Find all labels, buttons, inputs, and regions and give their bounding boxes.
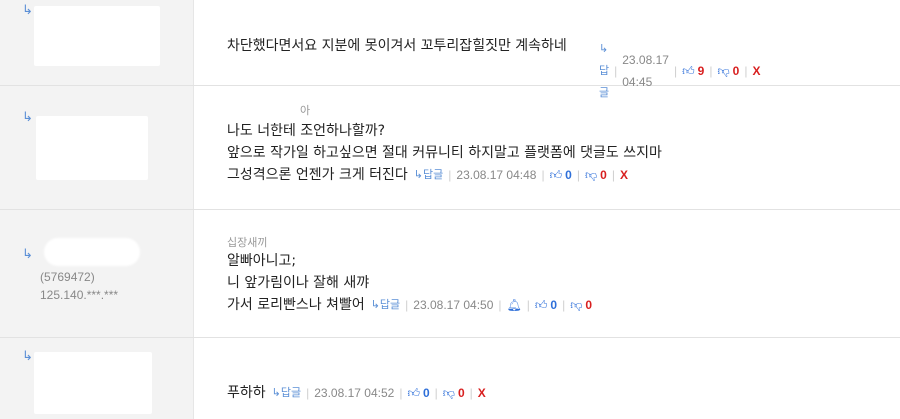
delete-button[interactable]: X (620, 164, 628, 186)
downvote-button[interactable]: 👎︎ 0 (443, 382, 465, 404)
comment-item: ↳ (5769472) 125.140.***.*** 십장새끼 알빠아니고; … (0, 210, 900, 338)
comment-thread: ↳ 차단했다면서요 지분에 못이겨서 꼬투리잡힐짓만 계속하네 ↳답글 | 23… (0, 0, 900, 419)
thumbs-down-icon: 👎︎ (442, 386, 455, 400)
upvote-button[interactable]: 👍︎ 0 (550, 164, 572, 186)
divider: | (405, 298, 409, 312)
author-name-redacted (44, 238, 140, 266)
divider: | (562, 298, 566, 312)
thumbs-up-icon: 👍︎ (534, 298, 548, 312)
author-ip: 125.140.***.*** (40, 288, 119, 302)
divider: | (744, 64, 748, 78)
comment-meta: ↳답글 | 23.08.17 04:50 | 🔔︎ | 👍︎ 0 | 👎︎ 0 (371, 294, 592, 316)
upvote-count: 0 (422, 386, 430, 400)
downvote-count: 0 (600, 168, 607, 182)
author-nickname: 아 (300, 105, 311, 117)
divider: | (306, 386, 310, 400)
comment-text-line: 알빠아니고; (227, 253, 297, 269)
divider: | (526, 298, 530, 312)
comment-text-line: 가서 로리빤스나 쳐빨어 ↳답글 | 23.08.17 04:50 | 🔔︎ |… (227, 294, 592, 316)
divider: | (469, 386, 473, 400)
thumbs-down-icon: 👎︎ (570, 298, 583, 312)
comment-author-panel: ↳ (0, 0, 194, 85)
upvote-count: 0 (550, 298, 558, 312)
divider: | (448, 168, 452, 182)
thumbs-down-icon: 👎︎ (717, 64, 730, 78)
divider: | (611, 168, 615, 182)
comment-text: 가서 로리빤스나 쳐빨어 (227, 297, 365, 313)
comment-date: 23.08.17 04:48 (456, 168, 537, 182)
downvote-count: 0 (585, 298, 593, 312)
downvote-button[interactable]: 👎︎ 0 (717, 60, 739, 82)
reply-arrow-icon: ↳ (22, 349, 33, 364)
divider: | (576, 168, 580, 182)
thumbs-up-icon: 👍︎ (407, 386, 420, 400)
comment-text: 그성격으론 언젠가 크게 터진다 (227, 167, 408, 183)
author-info-redacted (34, 6, 160, 66)
upvote-count: 0 (565, 168, 572, 182)
upvote-button[interactable]: 👍︎ 0 (407, 382, 429, 404)
downvote-count: 0 (732, 64, 740, 78)
thumbs-up-icon: 👍︎ (682, 64, 695, 78)
comment-text-line: 푸하하 ↳답글 | 23.08.17 04:52 | 👍︎ 0 | 👎︎ 0 | X (227, 382, 486, 404)
upvote-count: 9 (697, 64, 705, 78)
notify-bell-icon[interactable]: 🔔︎ (507, 294, 522, 316)
downvote-button[interactable]: 👎︎ 0 (585, 164, 607, 186)
comment-body: 나도 너한테 조언하나할까? 앞으로 작가일 하고싶으면 절대 커뮤니티 하지말… (227, 120, 662, 186)
author-info-redacted (34, 352, 152, 414)
divider: | (541, 168, 545, 182)
delete-button[interactable]: X (752, 60, 760, 82)
comment-body: 차단했다면서요 지분에 못이겨서 꼬투리잡힐짓만 계속하네 ↳답글 | 23.0… (227, 35, 760, 99)
upvote-button[interactable]: 👍︎ 9 (682, 60, 704, 82)
thumbs-up-icon: 👍︎ (549, 168, 563, 182)
author-info-redacted (36, 116, 148, 180)
reply-arrow-icon: ↳ (22, 3, 33, 18)
downvote-button[interactable]: 👎︎ 0 (570, 294, 592, 316)
comment-body: 푸하하 ↳답글 | 23.08.17 04:52 | 👍︎ 0 | 👎︎ 0 | X (227, 382, 486, 404)
comment-item: ↳ 아 나도 너한테 조언하나할까? 앞으로 작가일 하고싶으면 절대 커뮤니티… (0, 86, 900, 210)
comment-text-line: 니 앞가림이나 잘해 새꺄 (227, 275, 370, 291)
comment-text-line: 앞으로 작가일 하고싶으면 절대 커뮤니티 하지말고 플랫폼에 댓글도 쓰지마 (227, 145, 662, 161)
comment-text-line: 그성격으론 언젠가 크게 터진다 ↳답글 | 23.08.17 04:48 | … (227, 164, 662, 186)
comment-author-panel: ↳ (5769472) 125.140.***.*** (0, 210, 194, 337)
divider: | (498, 298, 502, 312)
divider: | (399, 386, 403, 400)
comment-item: ↳ 푸하하 ↳답글 | 23.08.17 04:52 | 👍︎ 0 | 👎︎ 0 |… (0, 338, 900, 419)
comment-body: 알빠아니고; 니 앞가림이나 잘해 새꺄 가서 로리빤스나 쳐빨어 ↳답글 | … (227, 250, 592, 316)
comment-text-line: 차단했다면서요 지분에 못이겨서 꼬투리잡힐짓만 계속하네 (227, 38, 567, 54)
reply-button[interactable]: ↳답글 (371, 294, 400, 316)
comment-date: 23.08.17 04:52 (314, 386, 395, 400)
comment-text: 푸하하 (227, 385, 266, 401)
comment-meta: ↳답글 | 23.08.17 04:48 | 👍︎ 0 | 👎︎ 0 | X (414, 164, 628, 186)
comment-text-line: 나도 너한테 조언하나할까? (227, 123, 386, 139)
comment-item: ↳ 차단했다면서요 지분에 못이겨서 꼬투리잡힐짓만 계속하네 ↳답글 | 23… (0, 0, 900, 99)
comment-date: 23.08.17 04:50 (413, 298, 494, 312)
downvote-count: 0 (457, 386, 465, 400)
divider: | (434, 386, 438, 400)
comment-author-panel: ↳ (0, 338, 194, 419)
reply-button[interactable]: ↳답글 (272, 382, 301, 404)
divider: | (673, 64, 678, 78)
divider: | (709, 64, 713, 78)
author-id: (5769472) (40, 270, 95, 284)
divider: | (614, 64, 618, 78)
reply-button[interactable]: ↳답글 (414, 164, 443, 186)
thumbs-down-icon: 👎︎ (584, 168, 598, 182)
delete-button[interactable]: X (478, 382, 486, 404)
comment-meta: ↳답글 | 23.08.17 04:52 | 👍︎ 0 | 👎︎ 0 | X (272, 382, 486, 404)
comment-author-panel: ↳ (0, 86, 194, 209)
author-meta: (5769472) 125.140.***.*** (40, 268, 118, 304)
reply-arrow-icon: ↳ (22, 110, 33, 125)
author-nickname: 십장새끼 (227, 237, 268, 249)
upvote-button[interactable]: 👍︎ 0 (535, 294, 557, 316)
reply-arrow-icon: ↳ (22, 247, 33, 262)
